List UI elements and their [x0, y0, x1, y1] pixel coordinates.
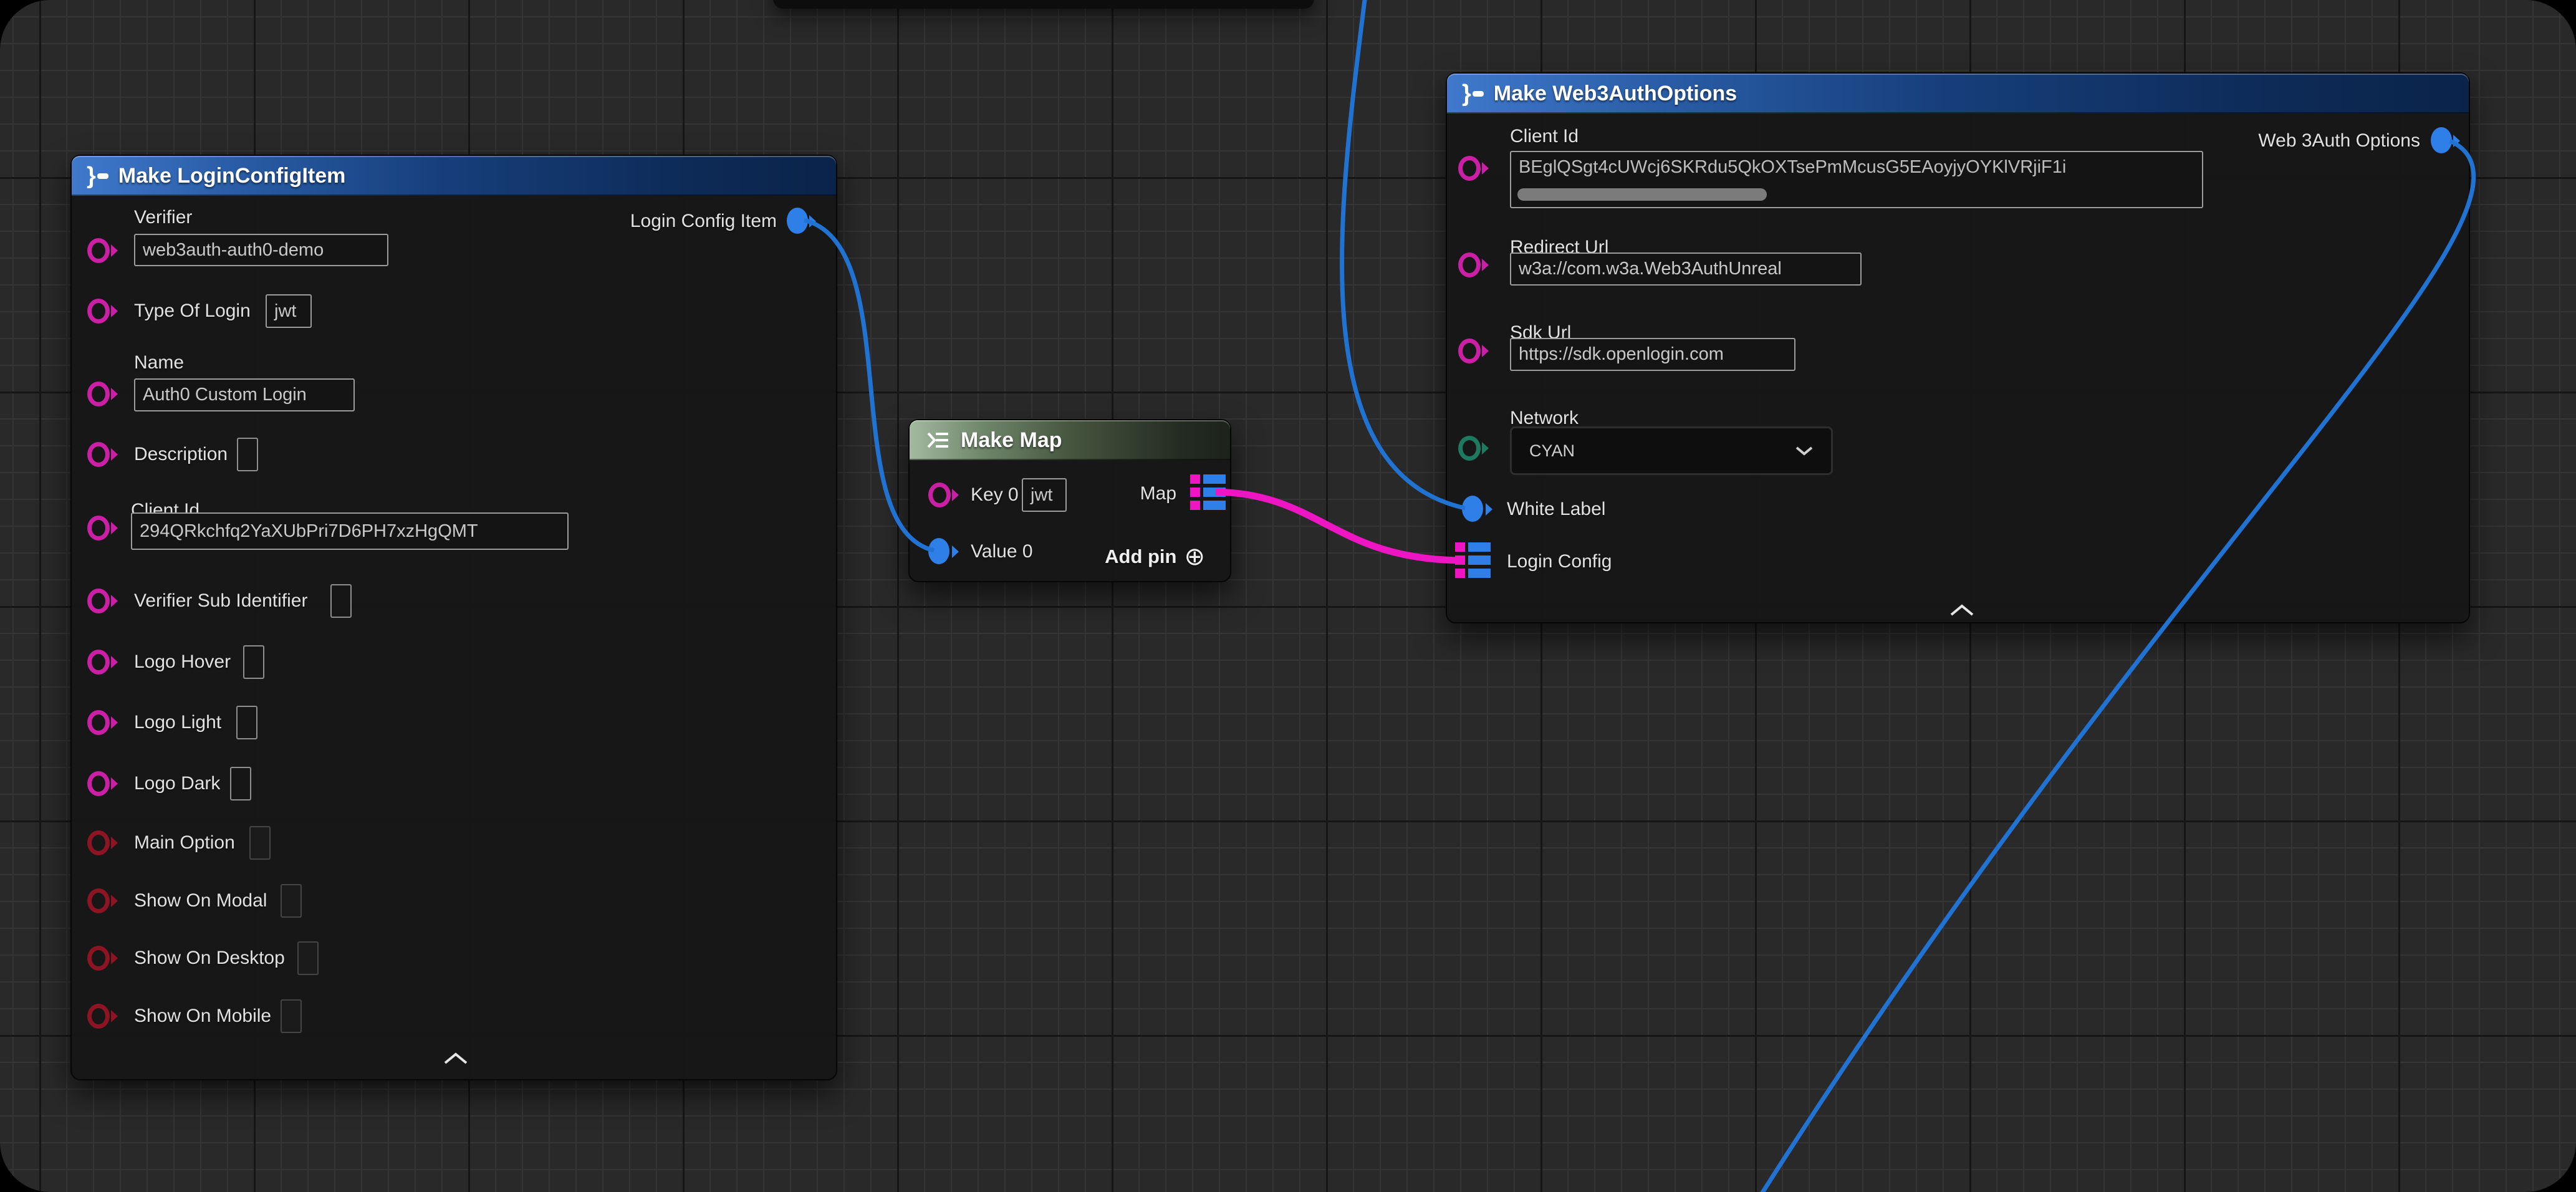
- client-id-value: 294QRkchfq2YaXUbPri7D6PH7xzHgQMT: [140, 521, 478, 542]
- main-option-pin[interactable]: [87, 829, 117, 857]
- name-value: Auth0 Custom Login: [143, 385, 307, 405]
- type-of-login-field[interactable]: jwt: [266, 294, 312, 328]
- network-selected-value: CYAN: [1529, 441, 1575, 461]
- wire-map-to-loginconfig[interactable]: [1216, 492, 1465, 560]
- key-0-label: Key 0: [971, 484, 1019, 506]
- show-on-mobile-label: Show On Mobile: [134, 1006, 271, 1027]
- offscreen-node-shadow: [773, 0, 1314, 9]
- client-id-label: Client Id: [1510, 126, 1579, 147]
- logo-hover-pin[interactable]: [87, 648, 117, 676]
- client-id-pin[interactable]: [87, 514, 117, 542]
- make-struct-icon: }: [1462, 82, 1484, 105]
- client-id-value: BEglQSgt4cUWcj6SKRdu5QkOXTsePmMcusG5EAoy…: [1519, 157, 2198, 178]
- add-pin-label: Add pin: [1105, 546, 1176, 568]
- node-header-make-loginconfigitem[interactable]: } Make LoginConfigItem: [72, 156, 836, 196]
- key-0-field[interactable]: jwt: [1022, 478, 1067, 512]
- make-struct-icon: }: [87, 164, 108, 188]
- node-make-map[interactable]: Make Map Key 0 jwt Map Value 0 Add pin ⊕: [908, 419, 1231, 582]
- sdk-url-value: https://sdk.openlogin.com: [1519, 344, 1724, 365]
- description-pin[interactable]: [87, 441, 117, 468]
- output-pin-label: Login Config Item: [630, 211, 777, 232]
- client-id-scrollbar[interactable]: [1517, 188, 1767, 201]
- node-title: Make Web3AuthOptions: [1494, 82, 1737, 106]
- logo-hover-label: Logo Hover: [134, 651, 231, 673]
- type-of-login-label: Type Of Login: [134, 300, 251, 322]
- login-config-label: Login Config: [1507, 551, 1612, 572]
- make-container-icon: [925, 429, 951, 451]
- verifier-label: Verifier: [134, 207, 192, 228]
- client-id-field[interactable]: 294QRkchfq2YaXUbPri7D6PH7xzHgQMT: [131, 512, 569, 550]
- verifier-pin[interactable]: [87, 237, 117, 264]
- node-header-make-web3authoptions[interactable]: } Make Web3AuthOptions: [1447, 74, 2469, 113]
- white-label-label: White Label: [1507, 499, 1605, 520]
- output-pin-label: Web 3Auth Options: [2258, 130, 2420, 151]
- value-0-label: Value 0: [971, 541, 1033, 562]
- show-on-mobile-checkbox[interactable]: [281, 999, 302, 1033]
- chevron-down-icon: [1795, 445, 1814, 456]
- verifier-sub-identifier-label: Verifier Sub Identifier: [134, 590, 307, 612]
- redirect-url-field[interactable]: w3a://com.w3a.Web3AuthUnreal: [1510, 252, 1862, 286]
- show-on-desktop-checkbox[interactable]: [297, 941, 319, 975]
- name-pin[interactable]: [87, 380, 117, 408]
- description-field[interactable]: [237, 438, 258, 471]
- redirect-url-pin[interactable]: [1458, 251, 1488, 279]
- web3auth-options-output-pin[interactable]: [2431, 127, 2461, 155]
- description-label: Description: [134, 444, 228, 465]
- node-title: Make Map: [961, 428, 1062, 453]
- show-on-desktop-label: Show On Desktop: [134, 948, 285, 969]
- name-label: Name: [134, 352, 184, 373]
- main-option-checkbox[interactable]: [249, 826, 271, 860]
- network-label: Network: [1510, 408, 1579, 429]
- main-option-label: Main Option: [134, 832, 235, 853]
- key-0-value: jwt: [1031, 485, 1052, 506]
- client-id-field[interactable]: BEglQSgt4cUWcj6SKRdu5QkOXTsePmMcusG5EAoy…: [1510, 151, 2203, 208]
- sdk-url-pin[interactable]: [1458, 337, 1488, 365]
- key-0-pin[interactable]: [928, 481, 958, 509]
- verifier-field[interactable]: web3auth-auth0-demo: [134, 234, 388, 266]
- add-pin-button[interactable]: Add pin ⊕: [1105, 542, 1205, 571]
- blueprint-graph-canvas[interactable]: } Make LoginConfigItem Login Config Item…: [0, 0, 2576, 1192]
- client-id-pin[interactable]: [1458, 155, 1488, 182]
- verifier-sub-identifier-pin[interactable]: [87, 587, 117, 615]
- show-on-mobile-pin[interactable]: [87, 1002, 117, 1030]
- logo-hover-field[interactable]: [243, 645, 264, 679]
- logo-light-label: Logo Light: [134, 712, 221, 733]
- show-on-desktop-pin[interactable]: [87, 944, 117, 972]
- network-pin[interactable]: [1458, 435, 1488, 462]
- node-make-loginconfigitem[interactable]: } Make LoginConfigItem Login Config Item…: [70, 155, 837, 1080]
- show-on-modal-checkbox[interactable]: [281, 884, 302, 918]
- collapse-chevron-icon[interactable]: [1949, 603, 1975, 617]
- type-of-login-pin[interactable]: [87, 297, 117, 325]
- logo-dark-label: Logo Dark: [134, 773, 220, 794]
- type-of-login-value: jwt: [274, 301, 296, 322]
- verifier-sub-identifier-field[interactable]: [330, 584, 352, 618]
- collapse-chevron-icon[interactable]: [443, 1052, 469, 1065]
- node-header-make-map[interactable]: Make Map: [910, 420, 1230, 460]
- map-output-label: Map: [1140, 483, 1176, 504]
- logo-light-field[interactable]: [236, 706, 257, 739]
- network-dropdown[interactable]: CYAN: [1510, 426, 1833, 475]
- sdk-url-field[interactable]: https://sdk.openlogin.com: [1510, 338, 1795, 371]
- name-field[interactable]: Auth0 Custom Login: [134, 378, 355, 411]
- add-pin-plus-icon: ⊕: [1184, 542, 1205, 571]
- node-make-web3authoptions[interactable]: } Make Web3AuthOptions Web 3Auth Options…: [1446, 72, 2470, 623]
- verifier-value: web3auth-auth0-demo: [143, 240, 324, 261]
- logo-dark-field[interactable]: [230, 767, 251, 800]
- white-label-pin[interactable]: [1462, 496, 1492, 523]
- logo-dark-pin[interactable]: [87, 770, 117, 797]
- node-title: Make LoginConfigItem: [118, 164, 346, 188]
- redirect-url-value: w3a://com.w3a.Web3AuthUnreal: [1519, 259, 1782, 279]
- show-on-modal-label: Show On Modal: [134, 890, 267, 911]
- show-on-modal-pin[interactable]: [87, 887, 117, 915]
- logo-light-pin[interactable]: [87, 709, 117, 736]
